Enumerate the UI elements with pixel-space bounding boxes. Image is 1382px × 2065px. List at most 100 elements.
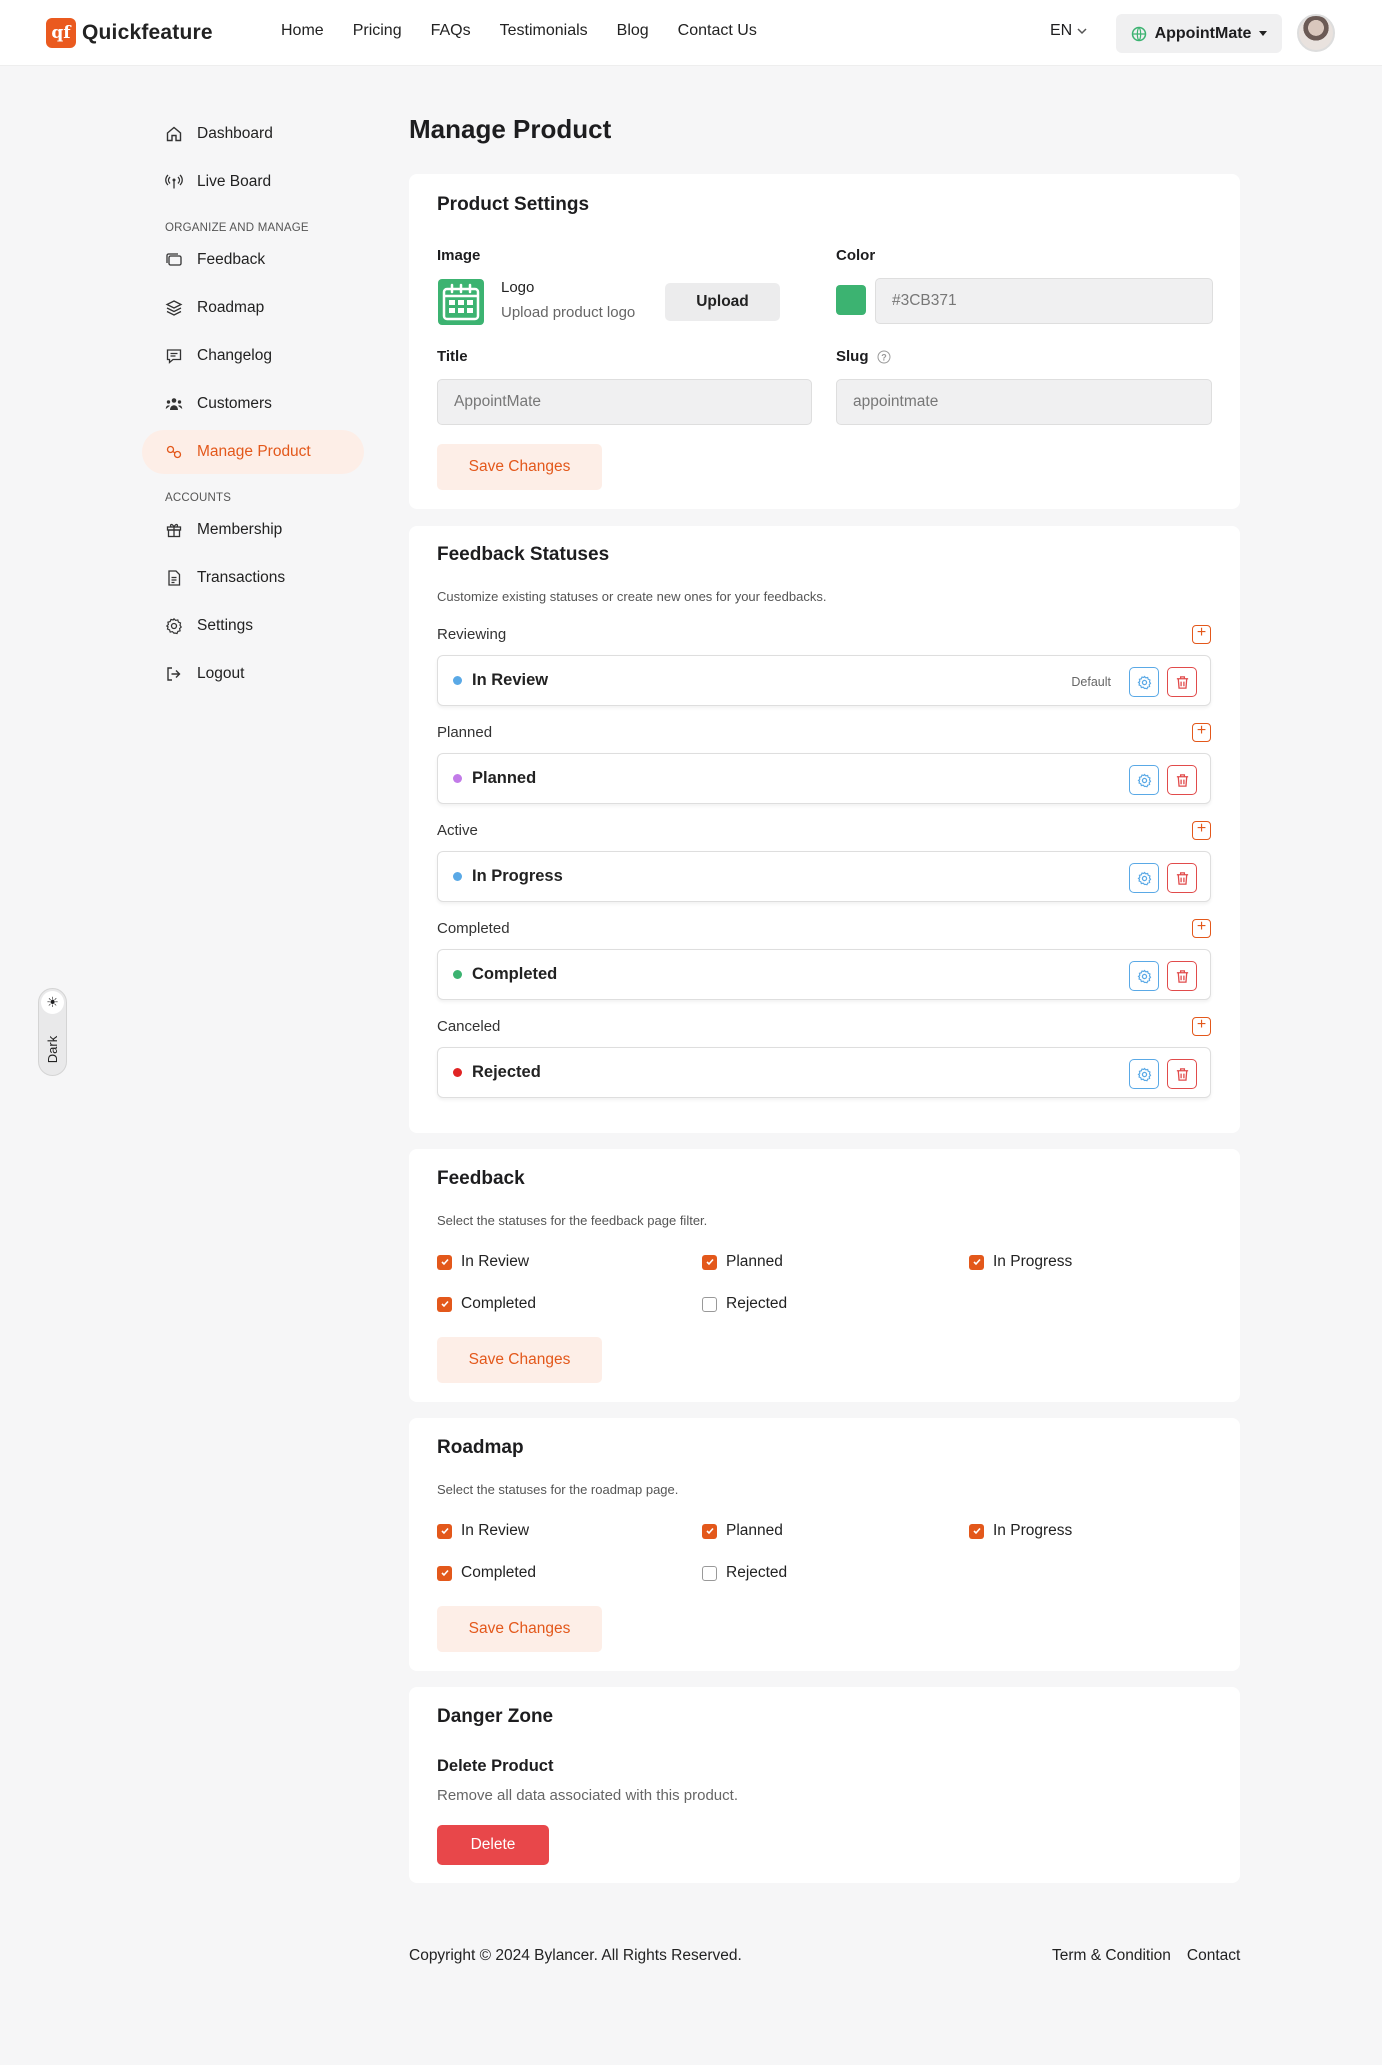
title-input[interactable]: AppointMate <box>437 379 812 425</box>
footer-links: Term & Condition Contact <box>1052 1947 1240 1965</box>
card-title: Feedback Statuses <box>437 544 610 565</box>
status-settings-button[interactable] <box>1129 667 1159 697</box>
sidebar-item-feedback[interactable]: Feedback <box>142 238 364 282</box>
status-group-label: Planned <box>437 723 493 741</box>
add-status-button[interactable]: + <box>1192 1016 1211 1036</box>
language-selector[interactable]: EN <box>1050 22 1088 40</box>
checkbox-label: Planned <box>726 1522 783 1539</box>
nav-faqs[interactable]: FAQs <box>431 22 471 40</box>
product-icon <box>166 445 182 459</box>
gear-icon <box>1137 1067 1151 1081</box>
nav-testimonials[interactable]: Testimonials <box>500 22 588 40</box>
roadmap-filter-card: Roadmap Select the statuses for the road… <box>409 1418 1240 1671</box>
sidebar-item-label: Roadmap <box>197 299 265 316</box>
sidebar-item-label: Dashboard <box>197 125 273 142</box>
top-bar: qf Quickfeature Home Pricing FAQs Testim… <box>0 0 1382 66</box>
checkbox-label: Completed <box>461 1295 536 1312</box>
status-settings-button[interactable] <box>1129 863 1159 893</box>
sidebar-item-settings[interactable]: Settings <box>142 604 364 648</box>
status-name: In Review <box>472 671 549 689</box>
sidebar-item-transactions[interactable]: Transactions <box>142 556 364 600</box>
gear-icon <box>1137 773 1151 787</box>
add-status-button[interactable]: + <box>1192 918 1211 938</box>
filter-checkbox-in-review[interactable]: In Review <box>437 1253 529 1271</box>
chevron-down-icon <box>1077 28 1087 35</box>
color-swatch[interactable] <box>836 285 866 315</box>
sidebar-item-label: Changelog <box>197 347 272 364</box>
add-status-button[interactable]: + <box>1192 722 1211 742</box>
filter-checkbox-in-progress[interactable]: In Progress <box>969 1253 1072 1271</box>
delete-status-button[interactable] <box>1167 961 1197 991</box>
add-status-button[interactable]: + <box>1192 820 1211 840</box>
status-group-label: Active <box>437 821 478 839</box>
status-group: Planned + Planned <box>437 721 1211 804</box>
status-settings-button[interactable] <box>1129 1059 1159 1089</box>
roadmap-checkbox-completed[interactable]: Completed <box>437 1564 536 1582</box>
sidebar-item-logout[interactable]: Logout <box>142 652 364 696</box>
help-circle-icon[interactable]: ? <box>877 350 891 364</box>
footer-link-contact[interactable]: Contact <box>1187 1947 1240 1965</box>
checkbox-label: Rejected <box>726 1295 788 1312</box>
save-changes-button[interactable]: Save Changes <box>437 1606 602 1652</box>
sidebar-item-label: Live Board <box>197 173 272 190</box>
calendar-logo-icon[interactable] <box>437 278 485 326</box>
roadmap-checkbox-rejected[interactable]: Rejected <box>702 1564 787 1582</box>
sidebar-item-customers[interactable]: Customers <box>142 382 364 426</box>
roadmap-checkbox-in-progress[interactable]: In Progress <box>969 1522 1072 1540</box>
document-icon <box>168 570 181 586</box>
status-settings-button[interactable] <box>1129 961 1159 991</box>
slug-label: Slug <box>836 348 869 365</box>
delete-status-button[interactable] <box>1167 765 1197 795</box>
sidebar: Dashboard Live Board ORGANIZE AND MANAGE… <box>142 112 364 700</box>
sidebar-item-roadmap[interactable]: Roadmap <box>142 286 364 330</box>
delete-status-button[interactable] <box>1167 863 1197 893</box>
broadcast-icon <box>165 174 183 189</box>
theme-toggle-label: Dark <box>45 1035 61 1063</box>
footer-link-terms[interactable]: Term & Condition <box>1052 1947 1171 1965</box>
user-avatar[interactable] <box>1297 14 1335 52</box>
save-changes-button[interactable]: Save Changes <box>437 444 602 490</box>
sidebar-item-membership[interactable]: Membership <box>142 508 364 552</box>
card-description: Customize existing statuses or create ne… <box>437 589 827 604</box>
status-row: Planned <box>437 753 1211 804</box>
nav-home[interactable]: Home <box>281 22 324 40</box>
product-settings-card: Product Settings Image Logo Upload produ… <box>409 174 1240 509</box>
add-status-button[interactable]: + <box>1192 624 1211 644</box>
roadmap-checkbox-planned[interactable]: Planned <box>702 1522 783 1540</box>
sidebar-item-changelog[interactable]: Changelog <box>142 334 364 378</box>
sidebar-item-manage-product[interactable]: Manage Product <box>142 430 364 474</box>
sidebar-item-dashboard[interactable]: Dashboard <box>142 112 364 156</box>
brand-logo[interactable]: qf Quickfeature <box>46 18 213 48</box>
status-row: In Review Default <box>437 655 1211 706</box>
checkbox-checked-icon <box>969 1523 984 1539</box>
filter-checkbox-planned[interactable]: Planned <box>702 1253 783 1271</box>
roadmap-checkbox-in-review[interactable]: In Review <box>437 1522 529 1540</box>
sidebar-item-live-board[interactable]: Live Board <box>142 160 364 204</box>
sidebar-item-label: Settings <box>197 617 254 634</box>
upload-button[interactable]: Upload <box>665 283 780 321</box>
delete-status-button[interactable] <box>1167 667 1197 697</box>
trash-icon <box>1176 969 1188 983</box>
slug-input[interactable]: appointmate <box>836 379 1212 425</box>
filter-checkbox-rejected[interactable]: Rejected <box>702 1295 787 1313</box>
svg-text:?: ? <box>881 352 887 362</box>
color-hex-input[interactable]: #3CB371 <box>875 278 1213 324</box>
save-changes-button[interactable]: Save Changes <box>437 1337 602 1383</box>
nav-contact-us[interactable]: Contact Us <box>678 22 757 40</box>
filter-checkbox-completed[interactable]: Completed <box>437 1295 536 1313</box>
gear-icon <box>165 617 182 635</box>
default-badge: Default <box>1071 675 1111 689</box>
nav-blog[interactable]: Blog <box>617 22 649 40</box>
delete-status-button[interactable] <box>1167 1059 1197 1089</box>
gear-icon <box>1137 675 1151 689</box>
status-color-dot <box>453 872 462 881</box>
theme-toggle[interactable]: ☀ Dark <box>38 988 67 1076</box>
danger-zone-card: Danger Zone Delete Product Remove all da… <box>409 1687 1240 1883</box>
product-switcher[interactable]: AppointMate <box>1116 14 1282 53</box>
delete-product-button[interactable]: Delete <box>437 1825 549 1865</box>
status-name: Completed <box>472 965 558 983</box>
nav-pricing[interactable]: Pricing <box>353 22 402 40</box>
status-settings-button[interactable] <box>1129 765 1159 795</box>
message-icon <box>166 349 182 364</box>
title-label: Title <box>437 348 468 365</box>
